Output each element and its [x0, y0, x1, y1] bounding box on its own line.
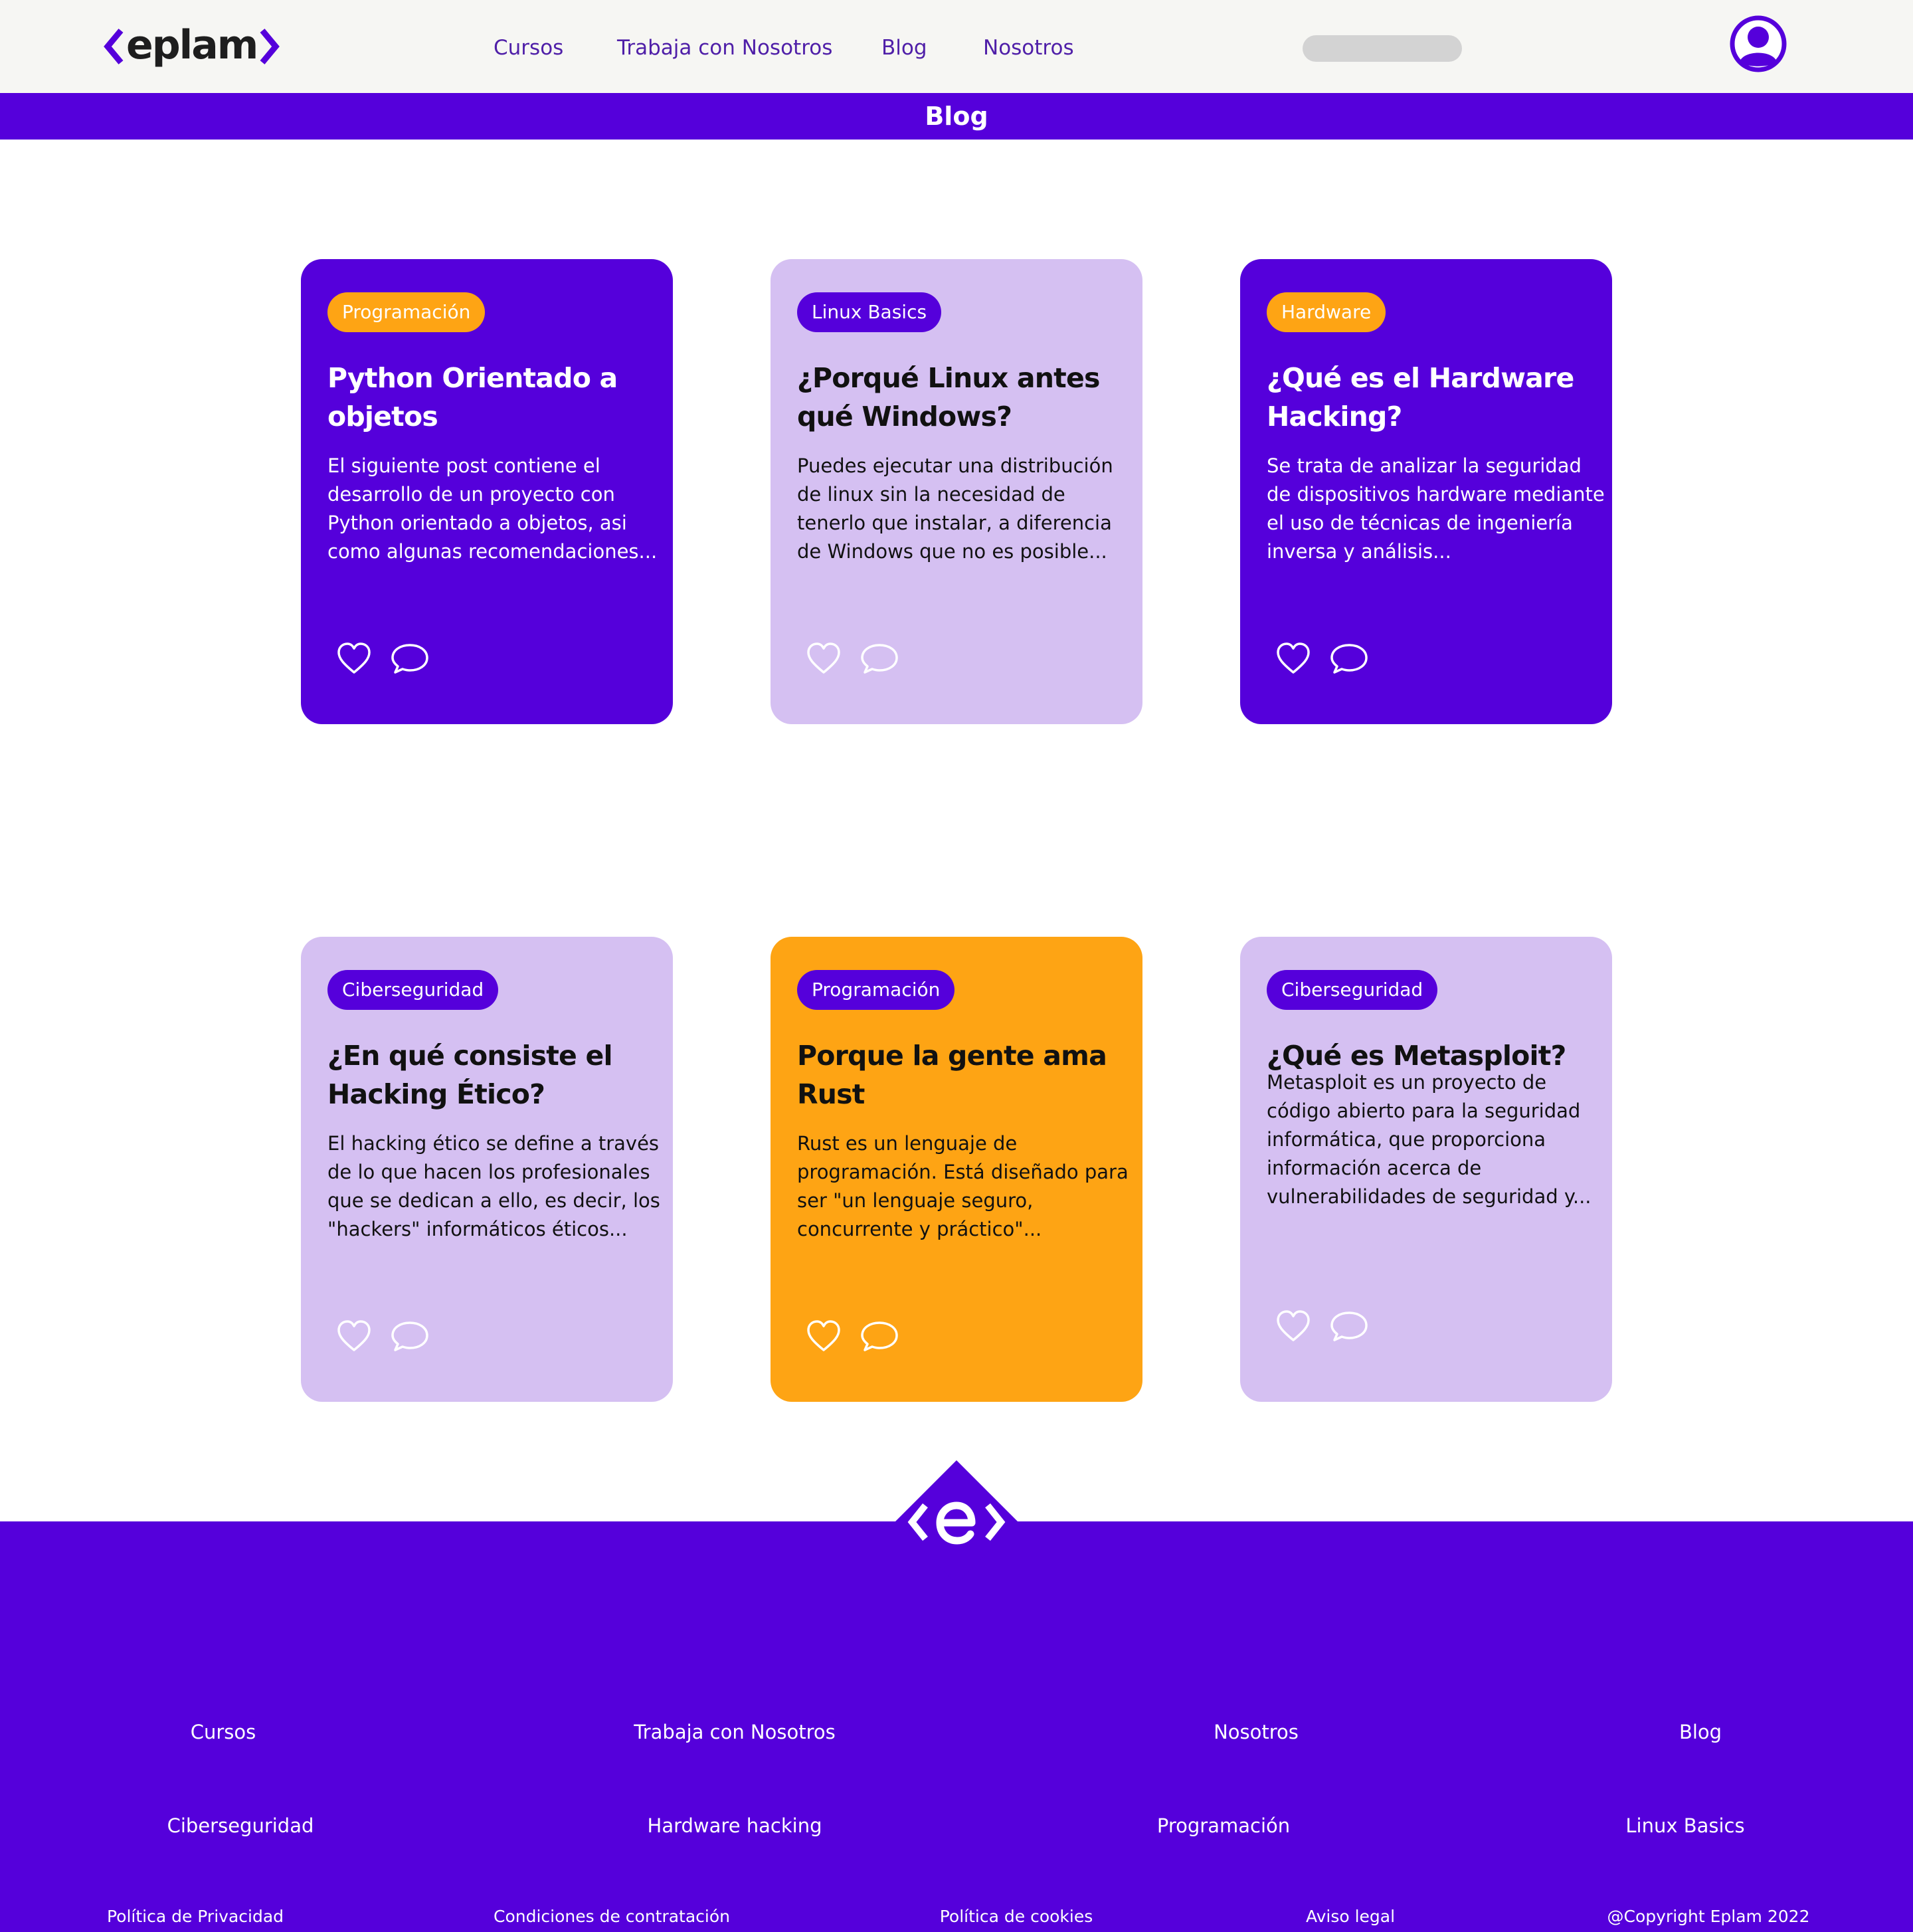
- post-actions: [805, 1319, 898, 1353]
- post-tag[interactable]: Ciberseguridad: [327, 970, 499, 1010]
- post-excerpt: El siguiente post contiene el desarrollo…: [327, 454, 658, 563]
- page-title: Blog: [925, 102, 988, 131]
- post-title[interactable]: Python Orientado a objetos: [327, 359, 660, 436]
- post-excerpt: El hacking ético se define a través de l…: [327, 1132, 660, 1240]
- post-actions: [1275, 1309, 1368, 1343]
- comment-icon[interactable]: [860, 1319, 898, 1353]
- footer-link-trabaja[interactable]: Trabaja con Nosotros: [634, 1721, 835, 1743]
- footer-link-contratacion[interactable]: Condiciones de contratación: [494, 1907, 730, 1926]
- post-actions: [335, 1319, 428, 1353]
- search-input[interactable]: [1303, 35, 1462, 62]
- post-title[interactable]: ¿Qué es el Hardware Hacking?: [1267, 359, 1599, 436]
- post-actions: [805, 641, 898, 676]
- heart-icon[interactable]: [805, 641, 842, 676]
- comment-icon[interactable]: [860, 641, 898, 676]
- post-card-linux[interactable]: Linux Basics ¿Porqué Linux antes qué Win…: [771, 259, 1142, 724]
- post-excerpt: Rust es un lenguaje de programación. Est…: [797, 1132, 1129, 1240]
- post-title[interactable]: ¿En qué consiste el Hacking Ético?: [327, 1036, 660, 1113]
- post-actions: [335, 641, 428, 676]
- nav-blog[interactable]: Blog: [881, 33, 927, 62]
- comment-icon[interactable]: [1329, 1309, 1368, 1343]
- nav-nosotros[interactable]: Nosotros: [983, 33, 1074, 62]
- heart-icon[interactable]: [805, 1319, 842, 1353]
- heart-icon[interactable]: [1275, 1309, 1312, 1343]
- post-card-hardware[interactable]: Hardware ¿Qué es el Hardware Hacking? Se…: [1240, 259, 1612, 724]
- post-excerpt: Puedes ejecutar una distribución de linu…: [797, 454, 1113, 563]
- footer-link-blog[interactable]: Blog: [1679, 1721, 1722, 1743]
- footer-link-programacion[interactable]: Programación: [1157, 1814, 1290, 1837]
- footer-link-cursos[interactable]: Cursos: [191, 1721, 256, 1743]
- footer-link-cookies[interactable]: Política de cookies: [940, 1907, 1093, 1926]
- post-tag[interactable]: Hardware: [1267, 292, 1386, 332]
- footer-copyright: @Copyright Eplam 2022: [1607, 1907, 1810, 1926]
- site-header: eplam Cursos Trabaja con Nosotros Blog N…: [0, 0, 1913, 93]
- footer-link-privacidad[interactable]: Política de Privacidad: [107, 1907, 284, 1926]
- footer-link-nosotros[interactable]: Nosotros: [1214, 1721, 1299, 1743]
- eplam-logo[interactable]: eplam: [104, 23, 280, 70]
- comment-icon[interactable]: [1329, 641, 1368, 676]
- heart-icon[interactable]: [1275, 641, 1312, 676]
- post-card-python[interactable]: Programación Python Orientado a objetos …: [301, 259, 673, 724]
- post-card-rust[interactable]: Programación Porque la gente ama Rust Ru…: [771, 937, 1142, 1402]
- footer-link-ciberseguridad[interactable]: Ciberseguridad: [167, 1814, 314, 1837]
- left-chevron-logo-icon: [104, 29, 124, 64]
- post-excerpt: Metasploit es un proyecto de código abie…: [1267, 1071, 1592, 1208]
- eplam-emblem-icon: [895, 1460, 1018, 1584]
- comment-icon[interactable]: [390, 1319, 428, 1353]
- logo-wordmark: eplam: [126, 22, 258, 68]
- footer-link-linux-basics[interactable]: Linux Basics: [1625, 1814, 1744, 1837]
- right-chevron-logo-icon: [260, 29, 280, 64]
- post-tag[interactable]: Programación: [327, 292, 486, 332]
- nav-trabaja-con-nosotros[interactable]: Trabaja con Nosotros: [617, 33, 832, 62]
- footer-link-aviso-legal[interactable]: Aviso legal: [1306, 1907, 1395, 1926]
- post-excerpt: Se trata de analizar la seguridad de dis…: [1267, 454, 1605, 563]
- post-card-hacking-etico[interactable]: Ciberseguridad ¿En qué consiste el Hacki…: [301, 937, 673, 1402]
- post-title[interactable]: Porque la gente ama Rust: [797, 1036, 1129, 1113]
- user-icon[interactable]: [1729, 15, 1787, 73]
- post-card-metasploit[interactable]: Ciberseguridad ¿Qué es Metasploit? Metas…: [1240, 937, 1612, 1402]
- comment-icon[interactable]: [390, 641, 428, 676]
- nav-cursos[interactable]: Cursos: [494, 33, 563, 62]
- heart-icon[interactable]: [335, 641, 373, 676]
- post-actions: [1275, 641, 1368, 676]
- post-tag[interactable]: Programación: [797, 970, 955, 1010]
- post-tag[interactable]: Ciberseguridad: [1267, 970, 1438, 1010]
- heart-icon[interactable]: [335, 1319, 373, 1353]
- post-tag[interactable]: Linux Basics: [797, 292, 942, 332]
- post-title[interactable]: ¿Porqué Linux antes qué Windows?: [797, 359, 1129, 436]
- footer-link-hardware-hacking[interactable]: Hardware hacking: [648, 1814, 822, 1837]
- page-title-banner: Blog: [0, 93, 1913, 140]
